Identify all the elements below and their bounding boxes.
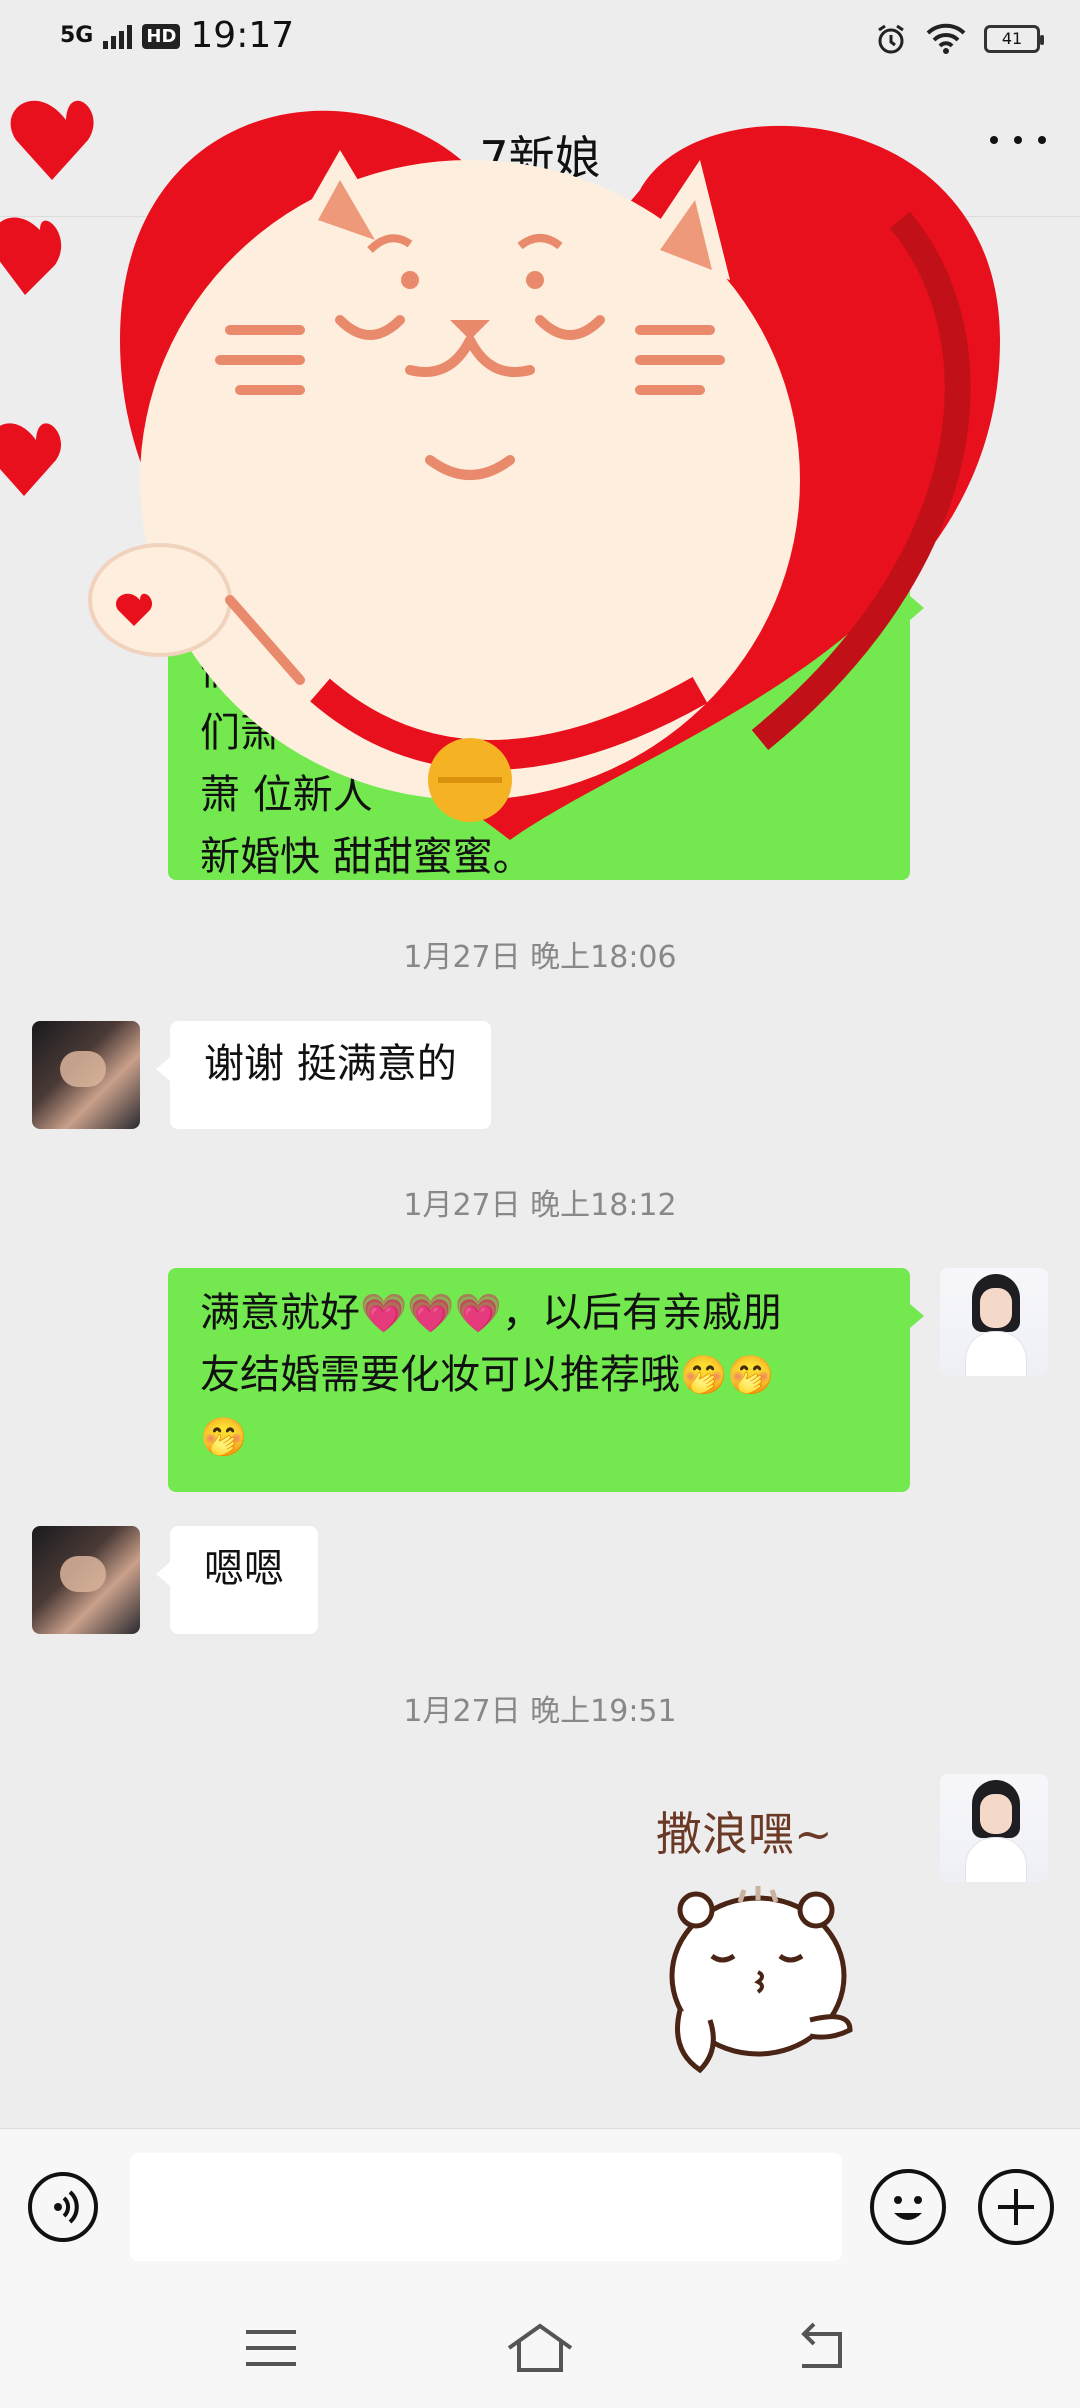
menu-icon (246, 2330, 296, 2366)
voice-input-button[interactable] (28, 2172, 98, 2242)
kissing-cat-sticker (669, 1886, 853, 2074)
system-nav-bar (0, 2288, 1080, 2408)
message-text: ，以后有亲戚朋 (501, 1290, 782, 1336)
heart-emoji-icon: 💗💗💗 (360, 1291, 502, 1335)
lucky-cat-heart-sticker-overlay (0, 100, 1000, 841)
message-text: 友结婚需要化妆可以推荐哦 (200, 1352, 680, 1398)
contact-avatar[interactable] (32, 1021, 140, 1129)
heart-icon (0, 423, 61, 496)
timestamp: 1月27日 晚上18:12 (403, 1188, 677, 1223)
heart-icon (10, 100, 94, 180)
input-bar (0, 2128, 1080, 2289)
heart-icon (0, 217, 61, 295)
sticker-message[interactable]: 撒浪嘿~ (640, 1790, 880, 2090)
contact-avatar[interactable] (32, 1526, 140, 1634)
my-avatar[interactable] (940, 1268, 1048, 1376)
message-bubble-outgoing[interactable]: 满意就好💗💗💗，以后有亲戚朋 友结婚需要化妆可以推荐哦🤭🤭 🤭 (168, 1268, 924, 1492)
home-nav-button[interactable] (505, 2318, 575, 2378)
voice-icon (54, 2190, 79, 2224)
menu-nav-button[interactable] (236, 2318, 306, 2378)
message-bubble-incoming[interactable]: 谢谢 挺满意的 (156, 1021, 491, 1129)
message-text: 满意就好 (200, 1290, 360, 1336)
back-nav-button[interactable] (786, 2318, 856, 2378)
sticker-caption: 撒浪嘿~ (656, 1807, 833, 1861)
smiley-icon (894, 2196, 922, 2220)
home-icon (507, 2323, 573, 2372)
more-actions-button[interactable] (978, 2169, 1054, 2245)
message-text: 嗯嗯 (204, 1546, 284, 1592)
my-avatar[interactable] (940, 1774, 1048, 1882)
message-line: 友结婚需要化妆可以推荐哦🤭🤭 (200, 1344, 878, 1406)
message-line: 满意就好💗💗💗，以后有亲戚朋 (200, 1282, 878, 1344)
back-arrow-icon (801, 2322, 842, 2368)
message-bubble-incoming[interactable]: 嗯嗯 (156, 1526, 318, 1634)
shy-face-emoji-icon: 🤭🤭 (680, 1353, 775, 1397)
message-line: 🤭 (200, 1406, 878, 1468)
plus-icon (998, 2189, 1034, 2225)
timestamp: 1月27日 晚上18:06 (403, 940, 677, 975)
emoji-button[interactable] (870, 2169, 946, 2245)
shy-face-emoji-icon: 🤭 (200, 1415, 248, 1459)
message-text: 谢谢 挺满意的 (204, 1041, 457, 1087)
timestamp: 1月27日 晚上19:51 (403, 1694, 677, 1729)
message-input[interactable] (130, 2153, 842, 2261)
